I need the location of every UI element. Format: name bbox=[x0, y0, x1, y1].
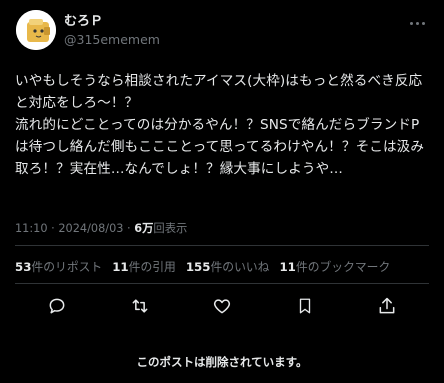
deleted-notice: このポストは削除されています。 bbox=[136, 355, 308, 369]
action-bar bbox=[15, 294, 429, 320]
reply-icon bbox=[49, 298, 65, 314]
bookmark-icon bbox=[299, 298, 310, 314]
more-icon[interactable] bbox=[410, 18, 430, 28]
engagement-stats: 53件のリポスト 11件の引用 155件のいいね 11件のブックマーク bbox=[15, 258, 390, 275]
repost-button[interactable] bbox=[128, 294, 152, 318]
bookmarks-stat[interactable]: 11件のブックマーク bbox=[279, 258, 390, 275]
quotes-stat[interactable]: 11件の引用 bbox=[112, 258, 176, 275]
bookmark-button[interactable] bbox=[293, 294, 317, 318]
share-button[interactable] bbox=[375, 294, 399, 318]
avatar[interactable] bbox=[16, 10, 56, 50]
tweet-header: むろＰ @315ememem bbox=[16, 10, 430, 54]
username-handle[interactable]: @315ememem bbox=[64, 32, 160, 48]
avatar-image bbox=[16, 10, 56, 50]
share-icon bbox=[379, 297, 395, 314]
divider bbox=[15, 283, 429, 284]
display-name[interactable]: むろＰ bbox=[64, 14, 160, 30]
views-count: 6万 bbox=[134, 222, 154, 235]
tweet-text: いやもしそうなら相談されたアイマス(大枠)はもっと然るべき反応と対応をしろ〜！？… bbox=[15, 73, 425, 177]
reply-button[interactable] bbox=[45, 294, 69, 318]
views-label: 回表示 bbox=[153, 222, 188, 235]
like-icon bbox=[213, 299, 231, 314]
reposts-stat[interactable]: 53件のリポスト bbox=[15, 258, 102, 275]
like-button[interactable] bbox=[210, 294, 234, 318]
likes-stat[interactable]: 155件のいいね bbox=[186, 258, 270, 275]
tweet-meta: 11:10 · 2024/08/03 · 6万回表示 bbox=[15, 220, 187, 236]
tweet-timestamp[interactable]: 11:10 · 2024/08/03 · bbox=[15, 222, 134, 235]
divider bbox=[15, 245, 429, 246]
repost-icon bbox=[132, 299, 147, 313]
